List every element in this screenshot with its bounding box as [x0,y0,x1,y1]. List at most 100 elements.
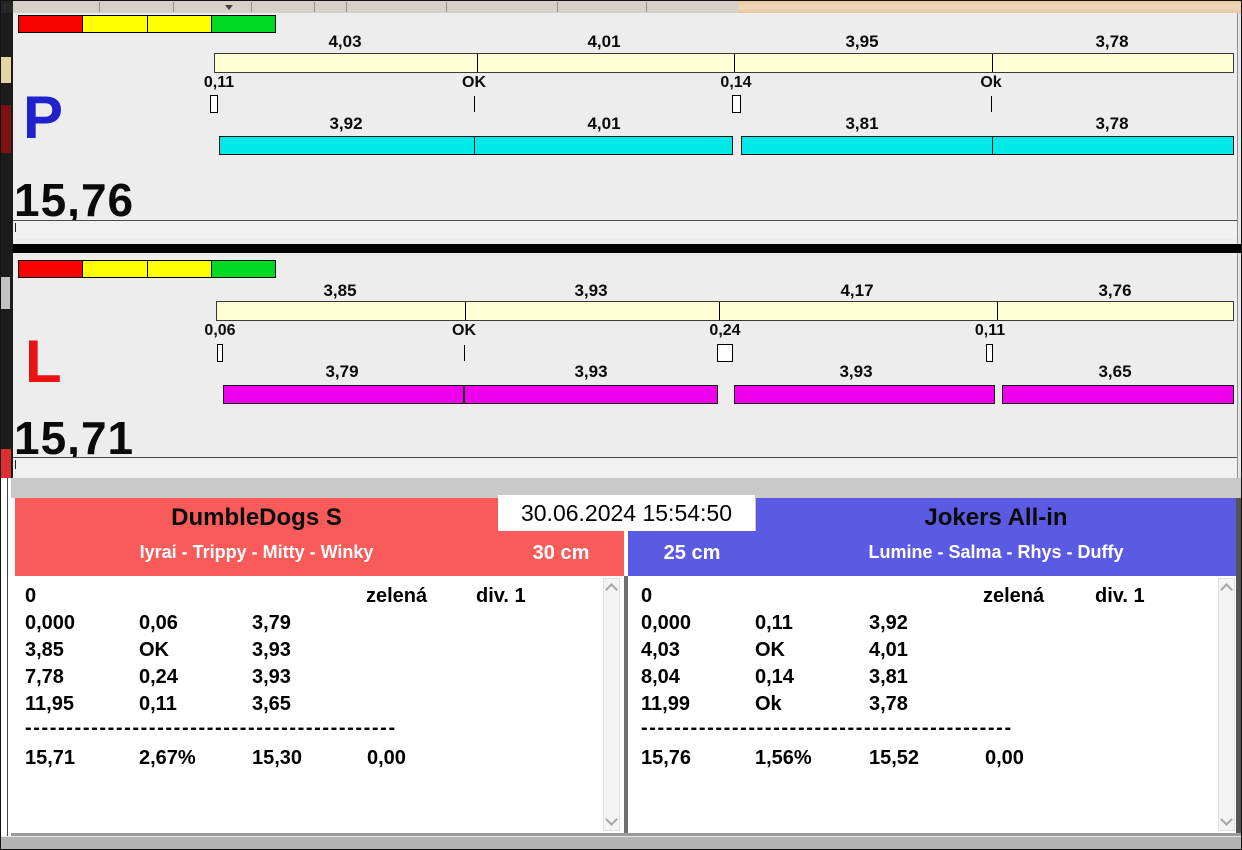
changeover-ok-tick [991,96,992,112]
scrollbar-down-icon[interactable] [1220,813,1233,826]
toolbar-divider [557,2,558,12]
log-cell: 11,95 [25,693,74,716]
changeover-gap-marker [210,95,218,113]
strip-caret [15,460,16,469]
team-left-jump-height: 30 cm [498,542,624,565]
sliver-fragment [1,105,11,153]
scrollbar-up-icon[interactable] [1220,583,1233,596]
traffic-yellow-cell [148,261,212,277]
status-strip [13,457,1237,478]
traffic-yellow-cell [83,16,147,32]
toolbar-divider [251,2,252,12]
log-cell: 3,93 [252,639,291,662]
changeover-gap-marker [217,344,223,362]
window-footer [1,836,1242,850]
split-label: 3,65 [1055,362,1175,382]
traffic-light-bar [18,260,276,278]
changeover-gap-marker [717,344,733,362]
interval-bar [216,301,1234,321]
margin-line [7,478,8,850]
split-label: 3,93 [531,362,651,382]
changeover-ok-tick [464,345,465,361]
interval-bar-divider [477,54,478,72]
interval-bar-divider [992,54,993,72]
log-cell: 0 [641,585,652,608]
log-cell: 3,81 [869,666,908,689]
log-cell: 3,92 [869,612,908,635]
log-cell: Ok [755,693,782,716]
changeover-label: Ok [931,74,1051,92]
log-cell-division: div. 1 [476,585,526,608]
lane-divider-bar [13,244,1242,253]
split-bar-segment [1002,385,1234,404]
log-cell-light: zelená [983,585,1044,608]
team-right-members: Lumine - Salma - Rhys - Duffy [756,542,1236,563]
toolbar-divider [646,2,647,12]
lane-total-time: 15,76 [14,173,134,227]
strip-caret [15,223,16,232]
split-bar-segment [219,136,475,155]
log-cell: 0,000 [641,612,691,635]
log-cell: 4,03 [641,639,680,662]
sliver-fragment [1,277,10,309]
log-cell: OK [755,639,785,662]
interval-bar [214,53,1234,73]
log-cell: 4,01 [869,639,908,662]
interval-label: 3,95 [802,32,922,52]
changeover-gap-marker [986,344,993,362]
toolbar-divider [173,2,174,12]
team-right-log [628,576,1236,833]
split-label: 4,01 [544,114,664,134]
flyball-timing-screen: 4,03 4,01 3,95 3,78 0,11 OK 0,14 Ok 3,92… [0,0,1242,850]
sliver-fragment [1,57,11,83]
interval-label: 3,76 [1055,281,1175,301]
panel-right-edge [1236,498,1242,836]
status-strip [13,220,1237,239]
split-label: 3,78 [1052,114,1172,134]
log-cell: 3,78 [869,693,908,716]
changeover-label: 0,24 [665,322,785,340]
split-label: 3,93 [796,362,916,382]
scrollbar[interactable] [603,578,620,831]
split-bar-segment [474,136,733,155]
interval-label: 4,17 [797,281,917,301]
team-left-members: Iyrai - Trippy - Mitty - Winky [15,542,498,563]
split-bar-segment [741,136,993,155]
split-bar-segment [992,136,1234,155]
panel-divider [624,576,628,833]
interval-label: 4,01 [544,32,664,52]
changeover-label: 0,06 [160,322,280,340]
bottom-left-margin [1,478,11,850]
scrollbar-up-icon[interactable] [605,583,618,596]
toolbar-divider [446,2,447,12]
split-label: 3,79 [282,362,402,382]
interval-label: 3,85 [280,281,400,301]
split-bar-segment [734,385,995,404]
scrollbar[interactable] [1218,578,1235,831]
team-left-log [15,576,624,833]
traffic-green-cell [212,16,275,32]
datetime-display: 30.06.2024 15:54:50 [498,495,756,531]
traffic-light-bar [18,15,276,33]
changeover-label: OK [404,322,524,340]
scrollbar-down-icon[interactable] [605,813,618,826]
log-cell: 0,11 [755,612,793,635]
toolbar-divider [99,2,100,12]
log-total: 15,30 [252,747,302,770]
log-cell: 3,85 [25,639,64,662]
background-window-sliver [1,13,13,478]
chevron-down-icon [225,5,233,10]
interval-bar-divider [719,302,720,320]
team-left-name: DumbleDogs S [15,504,498,532]
lane-letter: L [25,333,62,391]
log-cell: 0,24 [139,666,178,689]
team-right-name: Jokers All-in [756,504,1236,532]
split-bar-segment [464,385,718,404]
team-right-jump-height: 25 cm [628,542,756,565]
interval-label: 4,03 [285,32,405,52]
log-cell: 11,99 [641,693,690,716]
log-cell: 3,65 [252,693,291,716]
lane-letter: P [23,89,63,147]
changeover-ok-tick [474,96,475,112]
log-cell: 0,11 [139,693,177,716]
